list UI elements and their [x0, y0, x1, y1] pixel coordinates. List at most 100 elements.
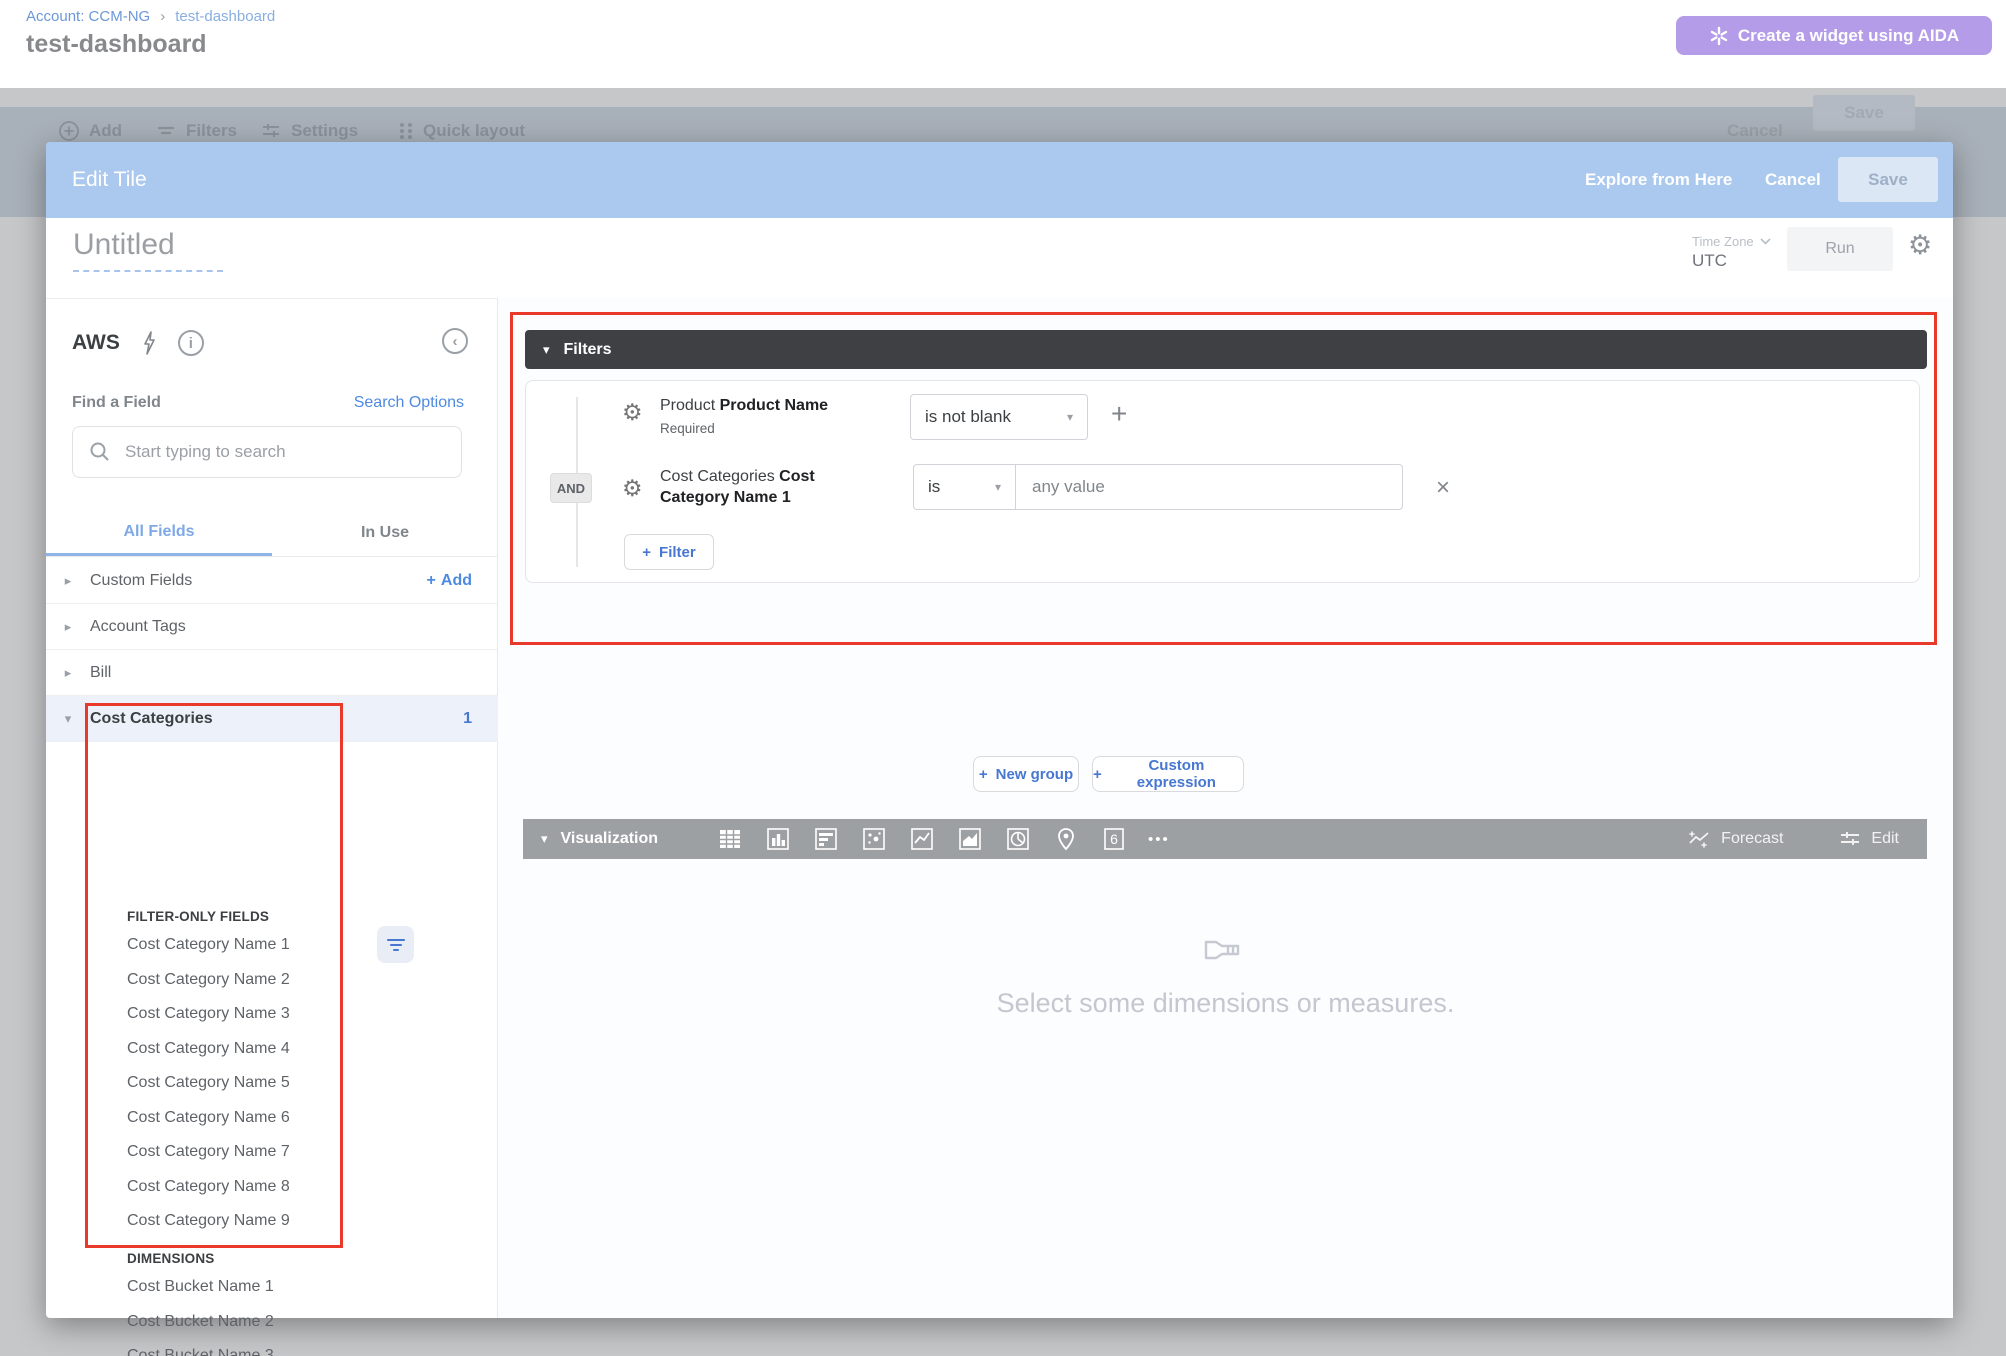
- toolbar-add: Add: [58, 120, 122, 142]
- field-cost-category-9[interactable]: Cost Category Name 9: [127, 1204, 290, 1239]
- group-cost-categories[interactable]: ▾ Cost Categories 1: [46, 696, 498, 742]
- field-cost-category-6[interactable]: Cost Category Name 6: [127, 1101, 290, 1136]
- breadcrumb-account-link[interactable]: Account: CCM-NG: [26, 8, 150, 25]
- tile-title-input[interactable]: Untitled: [73, 228, 223, 272]
- search-icon: [89, 441, 111, 463]
- filter-only-field-list: Cost Category Name 1 Cost Category Name …: [127, 928, 290, 1239]
- in-use-count-badge: 1: [463, 710, 472, 728]
- remove-filter-icon[interactable]: ×: [1436, 474, 1450, 502]
- timezone-control[interactable]: Time Zone UTC: [1692, 234, 1771, 271]
- collapse-panel-icon[interactable]: ‹: [442, 328, 468, 354]
- bar-chart-icon[interactable]: [812, 826, 839, 853]
- field-cost-bucket-1[interactable]: Cost Bucket Name 1: [127, 1270, 274, 1305]
- info-icon[interactable]: i: [178, 330, 204, 356]
- toolbar-quick-layout: Quick layout: [398, 121, 525, 141]
- toolbar-cancel: Cancel: [1727, 121, 1783, 141]
- line-chart-icon[interactable]: [908, 826, 935, 853]
- chevron-right-icon: ▸: [46, 619, 90, 635]
- group-account-tags[interactable]: ▸ Account Tags: [46, 604, 498, 650]
- empty-visualization-message: Select some dimensions or measures.: [498, 988, 1953, 1019]
- aida-sparkle-icon: [1709, 26, 1729, 46]
- field-tabs: All Fields In Use: [46, 510, 498, 557]
- filter-gear-icon[interactable]: ⚙: [622, 475, 643, 502]
- filter-field-label: Product Product Name Required: [660, 395, 860, 439]
- field-cost-bucket-2[interactable]: Cost Bucket Name 2: [127, 1305, 274, 1340]
- filter-operator-dropdown[interactable]: is ▾: [913, 464, 1016, 510]
- breadcrumb-current-link[interactable]: test-dashboard: [175, 8, 275, 25]
- tab-in-use[interactable]: In Use: [272, 510, 498, 556]
- field-cost-category-8[interactable]: Cost Category Name 8: [127, 1170, 290, 1205]
- filter-field-label: Cost Categories Cost Category Name 1: [660, 466, 835, 508]
- field-cost-category-5[interactable]: Cost Category Name 5: [127, 1066, 290, 1101]
- column-chart-icon[interactable]: [764, 826, 791, 853]
- modal-cancel-button[interactable]: Cancel: [1765, 170, 1821, 190]
- explore-from-here-button[interactable]: Explore from Here: [1585, 170, 1732, 190]
- chevron-down-icon: ▾: [46, 711, 90, 727]
- filter-value-input[interactable]: [1016, 464, 1403, 510]
- add-filter-button[interactable]: + Filter: [624, 534, 714, 570]
- plus-icon: +: [979, 766, 988, 783]
- create-widget-aida-button[interactable]: Create a widget using AIDA: [1676, 16, 1992, 55]
- field-cost-bucket-3[interactable]: Cost Bucket Name 3: [127, 1339, 274, 1356]
- toolbar-filters: Filters: [155, 120, 237, 142]
- field-cost-category-3[interactable]: Cost Category Name 3: [127, 997, 290, 1032]
- sliders-icon: [1839, 829, 1861, 849]
- caret-down-icon: ▾: [543, 342, 550, 358]
- run-button[interactable]: Run: [1787, 227, 1893, 271]
- new-group-button[interactable]: + New group: [973, 756, 1079, 792]
- more-visualizations-icon[interactable]: •••: [1148, 831, 1170, 848]
- pie-chart-icon[interactable]: [1004, 826, 1031, 853]
- caret-down-icon: ▾: [995, 480, 1001, 494]
- custom-expression-button[interactable]: + Custom expression: [1092, 756, 1244, 792]
- forecast-button[interactable]: Forecast: [1687, 829, 1783, 849]
- field-search-box[interactable]: [72, 426, 462, 478]
- toolbar-save: Save: [1813, 95, 1915, 131]
- search-input[interactable]: [125, 442, 425, 462]
- plus-icon: +: [1093, 766, 1102, 783]
- single-value-icon[interactable]: 6: [1100, 826, 1127, 853]
- field-cost-category-2[interactable]: Cost Category Name 2: [127, 963, 290, 998]
- filter-only-fields-header: FILTER-ONLY FIELDS: [127, 909, 269, 924]
- tab-all-fields[interactable]: All Fields: [46, 510, 272, 556]
- filters-section-header[interactable]: ▾ Filters: [525, 330, 1927, 369]
- search-options-link[interactable]: Search Options: [354, 394, 464, 412]
- find-field-label: Find a Field: [72, 394, 161, 412]
- add-filter-value-icon[interactable]: +: [1111, 398, 1127, 430]
- filter-and-connector[interactable]: AND: [550, 473, 592, 503]
- field-cost-category-7[interactable]: Cost Category Name 7: [127, 1135, 290, 1170]
- add-custom-field-button[interactable]: + Add: [427, 572, 472, 590]
- screen: Account: CCM-NG › test-dashboard test-da…: [0, 0, 2006, 1356]
- explore-header: AWS i: [72, 330, 204, 356]
- edit-visualization-button[interactable]: Edit: [1839, 829, 1899, 849]
- drag-grid-icon: [398, 121, 414, 141]
- sliders-icon: [260, 120, 282, 142]
- filter-gear-icon[interactable]: ⚙: [622, 399, 643, 426]
- scatter-chart-icon[interactable]: [860, 826, 887, 853]
- filter-operator-dropdown[interactable]: is not blank ▾: [910, 394, 1088, 440]
- filter-lines-icon: [155, 120, 177, 142]
- field-cost-category-1[interactable]: Cost Category Name 1: [127, 928, 290, 963]
- filters-container: ⚙ ⚙ Product Product Name Required is not…: [525, 380, 1920, 583]
- page-title: test-dashboard: [26, 30, 207, 59]
- edit-tile-modal: Edit Tile Explore from Here Cancel Save …: [46, 142, 1953, 1318]
- chevron-down-icon: [1760, 238, 1771, 245]
- group-bill[interactable]: ▸ Bill: [46, 650, 498, 696]
- field-cost-category-4[interactable]: Cost Category Name 4: [127, 1032, 290, 1067]
- area-chart-icon[interactable]: [956, 826, 983, 853]
- modal-save-button[interactable]: Save: [1838, 157, 1938, 202]
- active-filter-toggle-button[interactable]: [377, 926, 414, 963]
- lightning-bolt-icon: [142, 331, 156, 355]
- visualization-section-header[interactable]: ▾ Visualization: [523, 830, 658, 848]
- toolbar-settings: Settings: [260, 120, 358, 142]
- flashlight-icon: [1202, 934, 1246, 960]
- add-circle-icon: [58, 120, 80, 142]
- visualization-section-bar: ▾ Visualization 6 •••: [523, 819, 1927, 859]
- modal-title: Edit Tile: [72, 168, 147, 192]
- table-chart-icon[interactable]: [716, 826, 743, 853]
- explore-settings-gear-icon[interactable]: ⚙: [1908, 230, 1932, 261]
- find-field-row: Find a Field Search Options: [72, 394, 464, 412]
- map-chart-icon[interactable]: [1052, 826, 1079, 853]
- visualization-actions: Forecast Edit: [1687, 829, 1899, 849]
- caret-down-icon: ▾: [1067, 410, 1073, 424]
- group-custom-fields[interactable]: ▸ Custom Fields + Add: [46, 558, 498, 604]
